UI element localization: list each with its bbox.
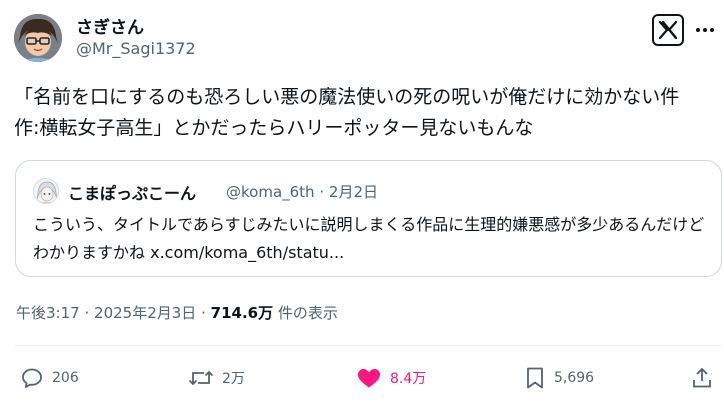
- like-count: 8.4万: [390, 371, 427, 387]
- reply-count: 206: [52, 370, 79, 386]
- tweet-timestamp-row: 午後3:17 · 2025年2月3日 · 714.6万 件の表示: [16, 302, 338, 323]
- repost-icon: [188, 366, 214, 390]
- bookmark-icon: [524, 366, 546, 390]
- tweet-time[interactable]: 午後3:17: [16, 304, 80, 322]
- divider: [14, 345, 722, 346]
- like-button[interactable]: 8.4万: [356, 365, 426, 391]
- tweet-date[interactable]: 2025年2月3日: [94, 304, 196, 322]
- meta-separator-2: ·: [201, 304, 206, 322]
- author-handle[interactable]: @Mr_Sagi1372: [76, 39, 196, 58]
- view-count: 714.6万: [210, 304, 274, 322]
- tweet-text: 「名前を口にするのも恐ろしい悪の魔法使いの死の呪いが俺だけに効かない件 作:横転…: [14, 86, 699, 139]
- more-icon[interactable]: [692, 20, 718, 40]
- avatar[interactable]: [14, 14, 62, 62]
- quoted-tweet[interactable]: こまぽっぷこーん @koma_6th · 2月2日 こういう、タイトルであらすじ…: [15, 160, 722, 277]
- bookmark-count: 5,696: [554, 370, 595, 386]
- quote-date[interactable]: 2月2日: [329, 183, 378, 201]
- reply-button[interactable]: 206: [20, 365, 79, 391]
- quote-text: こういう、タイトルであらすじみたいに説明しまくる作品に生理的嫌悪感が多少あるんだ…: [33, 211, 713, 267]
- view-label: 件の表示: [277, 304, 338, 322]
- quote-body: こういう、タイトルであらすじみたいに説明しまくる作品に生理的嫌悪感が多少あるんだ…: [33, 215, 705, 262]
- x-logo-icon[interactable]: [652, 14, 684, 46]
- repost-button[interactable]: 2万: [188, 365, 245, 391]
- share-icon: [690, 366, 714, 390]
- bookmark-button[interactable]: 5,696: [524, 365, 594, 391]
- quote-link[interactable]: x.com/koma_6th/statu...: [150, 243, 344, 262]
- share-button[interactable]: [690, 365, 714, 391]
- reply-icon: [20, 366, 44, 390]
- quote-meta: @koma_6th · 2月2日: [226, 181, 378, 202]
- like-icon: [356, 366, 382, 390]
- quote-separator: ·: [319, 183, 325, 201]
- quote-avatar[interactable]: [33, 178, 59, 204]
- author-display-name[interactable]: さぎさん: [76, 13, 144, 38]
- repost-count: 2万: [222, 371, 245, 387]
- meta-separator: ·: [84, 304, 90, 322]
- quote-display-name[interactable]: こまぽっぷこーん: [68, 180, 196, 204]
- quote-handle[interactable]: @koma_6th: [226, 183, 315, 201]
